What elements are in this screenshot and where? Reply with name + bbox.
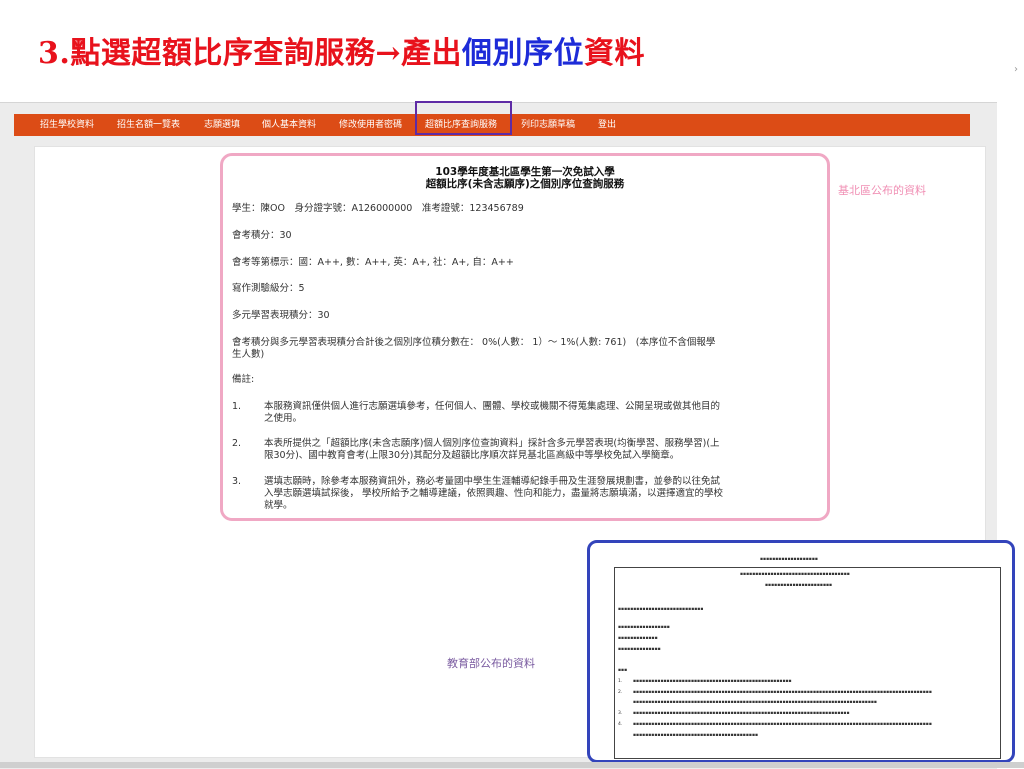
- writing-score: 寫作測驗級分：5: [232, 283, 305, 294]
- note-text: 就學。: [264, 500, 293, 511]
- diverse-learning-score: 多元學習表現積分：30: [232, 310, 330, 321]
- grade-marks: 會考等第標示：國：A++, 數：A++, 英：A+, 社：A+, 自：A++: [232, 257, 514, 268]
- moe-document-thumbnail: ▪▪▪▪▪▪▪▪▪▪▪▪▪▪▪▪▪▪▪ ▪▪▪▪▪▪▪▪▪▪▪▪▪▪▪▪▪▪▪▪…: [587, 540, 1015, 763]
- nav-item-logout[interactable]: 登出: [598, 114, 616, 136]
- slide-title: 3.點選超額比序查詢服務→產出個別序位資料: [38, 28, 645, 72]
- ranking-result-card: 103學年度基北區學生第一次免試入學 超額比序(未含志願序)之個別序位查詢服務 …: [220, 153, 830, 521]
- moe-data-label: 教育部公布的資料: [447, 657, 535, 670]
- note-number: 2.: [232, 438, 242, 449]
- doc-body-blur: ▪▪▪▪▪▪▪▪▪▪▪▪▪▪▪▪▪▪▪▪▪▪▪▪▪▪▪▪▪▪▪▪▪▪▪▪ ▪▪▪…: [614, 567, 1001, 759]
- district-data-label: 基北區公布的資料: [838, 184, 926, 197]
- rank-result-line-2: 生人數): [232, 349, 265, 360]
- note-text: 本服務資訊僅供個人進行志願選填參考，任何個人、團體、學校或機關不得蒐集處理、公開…: [264, 401, 721, 412]
- note-text: 限30分)、國中教育會考(上限30分)其配分及超額比序順次詳見基北區高級中等學校…: [264, 450, 680, 461]
- note-text: 本表所提供之「超額比序(未含志願序)個人個別序位查詢資料」採計含多元學習表現(均…: [264, 438, 720, 449]
- doc-header-blur: ▪▪▪▪▪▪▪▪▪▪▪▪▪▪▪▪▪▪▪: [760, 557, 818, 562]
- note-text: 選填志願時，除參考本服務資訊外，務必考量國中學生生涯輔導紀錄手冊及生涯發展規劃書…: [264, 476, 721, 487]
- student-info: 學生：陳OO 身分證字號：A126000000 准考證號：123456789: [232, 203, 524, 214]
- nav-item-print-draft[interactable]: 列印志願草稿: [521, 114, 575, 136]
- exam-score: 會考積分：30: [232, 230, 292, 241]
- scroll-arrow-icon: ›: [1014, 64, 1018, 75]
- nav-item-quota-list[interactable]: 招生名額一覽表: [117, 114, 180, 136]
- card-title-line-2: 超額比序(未含志願序)之個別序位查詢服務: [425, 178, 625, 190]
- slide-title-part-3: 資料: [583, 36, 645, 71]
- note-number: 1.: [232, 401, 242, 412]
- note-number: 3.: [232, 476, 242, 487]
- nav-highlight-box: [415, 101, 512, 135]
- note-text: 之使用。: [264, 413, 303, 424]
- notes-label: 備註:: [232, 374, 255, 385]
- horizontal-scrollbar[interactable]: [0, 762, 1024, 768]
- nav-item-personal-info[interactable]: 個人基本資料: [262, 114, 316, 136]
- nav-item-school-info[interactable]: 招生學校資料: [40, 114, 94, 136]
- slide-title-part-2: 個別序位: [461, 36, 584, 71]
- slide-title-part-1: 3.點選超額比序查詢服務→產出: [38, 36, 462, 71]
- note-text: 入學志願選填試探後， 學校所給予之輔導建議，依照興趣、性向和能力，盡量將志願填滿…: [264, 488, 724, 499]
- nav-item-change-password[interactable]: 修改使用者密碼: [339, 114, 402, 136]
- nav-item-volunteer-selection[interactable]: 志願選填: [204, 114, 240, 136]
- rank-result-line-1: 會考積分與多元學習表現積分合計後之個別序位積分數在： 0%(人數： 1）～ 1%…: [232, 337, 716, 348]
